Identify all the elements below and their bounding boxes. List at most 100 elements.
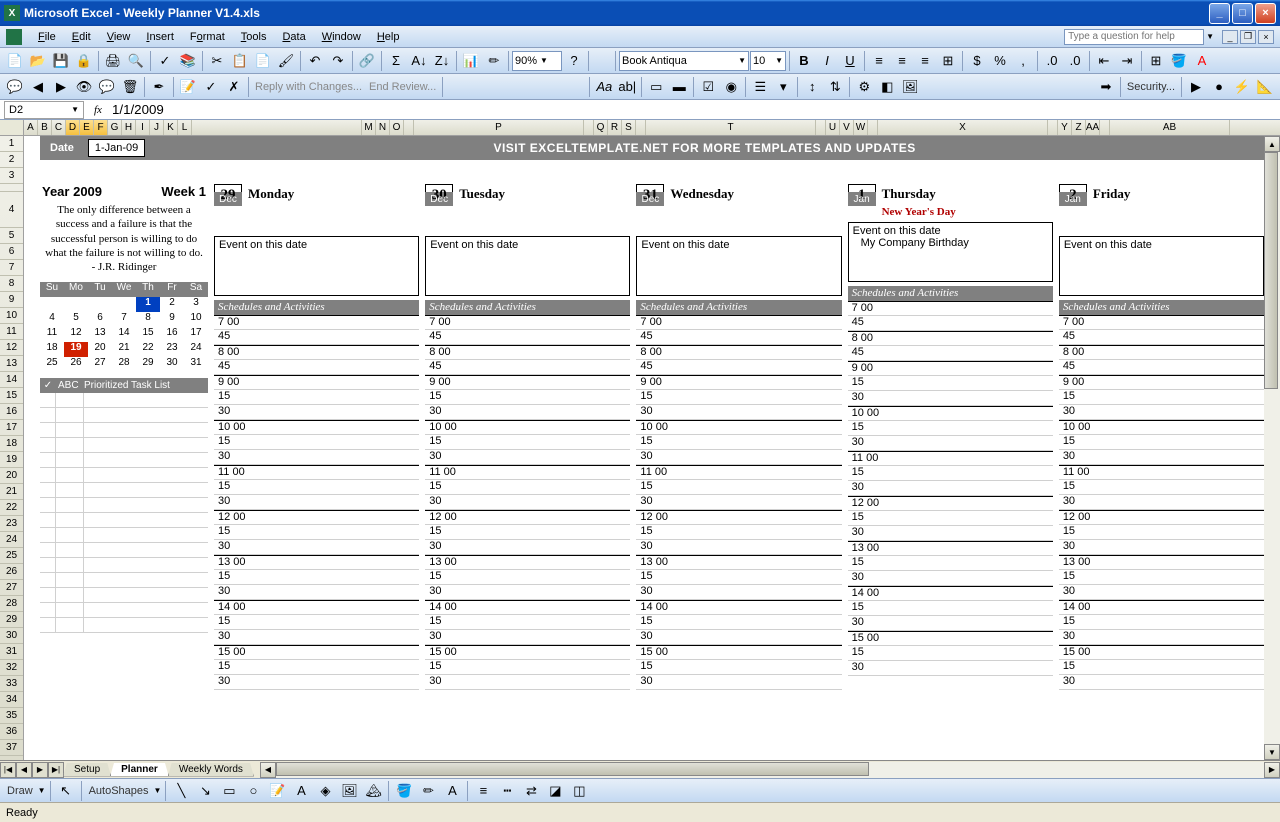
task-row[interactable] bbox=[40, 393, 208, 408]
schedule-row[interactable]: 9 00 bbox=[636, 375, 841, 390]
row-header[interactable]: 20 bbox=[0, 468, 23, 484]
schedule-row[interactable]: 15 bbox=[214, 435, 419, 450]
row-header[interactable]: 21 bbox=[0, 484, 23, 500]
font-color-draw-icon[interactable]: A bbox=[441, 780, 463, 802]
column-header[interactable]: N bbox=[376, 120, 390, 135]
fill-color-draw-icon[interactable]: 🪣 bbox=[393, 780, 415, 802]
bold-icon[interactable]: B bbox=[793, 50, 815, 72]
schedule-row[interactable]: 11 00 bbox=[425, 465, 630, 480]
delete-comment-icon[interactable]: 🗑 bbox=[119, 76, 141, 98]
schedule-row[interactable]: 14 00 bbox=[636, 600, 841, 615]
schedule-row[interactable]: 9 00 bbox=[214, 375, 419, 390]
calendar-day[interactable]: 7 bbox=[112, 312, 136, 327]
menu-data[interactable]: Data bbox=[274, 29, 313, 45]
menu-help[interactable]: Help bbox=[369, 29, 408, 45]
menu-tools[interactable]: Tools bbox=[233, 29, 275, 45]
column-header[interactable] bbox=[636, 120, 646, 135]
schedule-row[interactable]: 15 bbox=[636, 435, 841, 450]
help-icon[interactable]: ? bbox=[563, 50, 585, 72]
row-header[interactable]: 31 bbox=[0, 644, 23, 660]
schedule-row[interactable]: 13 00 bbox=[425, 555, 630, 570]
task-row[interactable] bbox=[40, 408, 208, 423]
calendar-day[interactable]: 29 bbox=[136, 357, 160, 372]
schedule-row[interactable]: 14 00 bbox=[1059, 600, 1264, 615]
align-right-icon[interactable]: ≡ bbox=[914, 50, 936, 72]
schedule-row[interactable]: 10 00 bbox=[214, 420, 419, 435]
spelling-icon[interactable]: ✓ bbox=[154, 50, 176, 72]
schedule-row[interactable]: 15 bbox=[1059, 660, 1264, 675]
hyperlink-icon[interactable]: 🔗 bbox=[356, 50, 378, 72]
calendar-day[interactable]: 11 bbox=[40, 327, 64, 342]
row-header[interactable]: 11 bbox=[0, 324, 23, 340]
task-row[interactable] bbox=[40, 558, 208, 573]
reply-changes-button[interactable]: Reply with Changes... bbox=[252, 81, 365, 93]
schedule-row[interactable]: 14 00 bbox=[425, 600, 630, 615]
calendar-day[interactable]: 10 bbox=[184, 312, 208, 327]
column-header[interactable] bbox=[816, 120, 826, 135]
row-header[interactable]: 1 bbox=[0, 136, 23, 152]
line-color-icon[interactable]: ✏ bbox=[417, 780, 439, 802]
schedule-row[interactable]: 30 bbox=[848, 526, 1053, 541]
schedule-row[interactable]: 30 bbox=[214, 630, 419, 645]
row-header[interactable]: 26 bbox=[0, 564, 23, 580]
excel-doc-icon[interactable] bbox=[6, 29, 22, 45]
schedule-row[interactable]: 8 00 bbox=[848, 331, 1053, 346]
permission-icon[interactable]: 🔒 bbox=[73, 50, 95, 72]
calendar-day[interactable] bbox=[88, 297, 112, 312]
increase-decimal-icon[interactable]: .0 bbox=[1041, 50, 1063, 72]
schedule-row[interactable]: 15 bbox=[848, 421, 1053, 436]
column-header[interactable]: W bbox=[854, 120, 868, 135]
line-style-icon[interactable]: ≡ bbox=[472, 780, 494, 802]
calendar-day[interactable]: 23 bbox=[160, 342, 184, 357]
schedule-row[interactable]: 13 00 bbox=[1059, 555, 1264, 570]
schedule-row[interactable]: 15 bbox=[1059, 615, 1264, 630]
row-header[interactable]: 29 bbox=[0, 612, 23, 628]
calendar-day[interactable]: 8 bbox=[136, 312, 160, 327]
row-header[interactable]: 27 bbox=[0, 580, 23, 596]
schedule-row[interactable]: 11 00 bbox=[636, 465, 841, 480]
schedule-row[interactable]: 15 bbox=[636, 390, 841, 405]
schedule-row[interactable]: 12 00 bbox=[1059, 510, 1264, 525]
drawing-icon[interactable]: ✏ bbox=[483, 50, 505, 72]
design-mode-icon[interactable]: 📐 bbox=[1254, 76, 1276, 98]
schedule-row[interactable]: 15 00 bbox=[425, 645, 630, 660]
schedule-row[interactable]: 30 bbox=[848, 436, 1053, 451]
doc-close-button[interactable]: × bbox=[1258, 30, 1274, 44]
column-header[interactable] bbox=[1100, 120, 1110, 135]
task-row[interactable] bbox=[40, 603, 208, 618]
row-header[interactable]: 32 bbox=[0, 660, 23, 676]
schedule-row[interactable]: 12 00 bbox=[636, 510, 841, 525]
row-header[interactable]: 24 bbox=[0, 532, 23, 548]
task-row[interactable] bbox=[40, 618, 208, 633]
row-header[interactable]: 4 bbox=[0, 192, 23, 228]
next-comment-icon[interactable]: ▶ bbox=[50, 76, 72, 98]
schedule-row[interactable]: 30 bbox=[636, 450, 841, 465]
calendar-day[interactable] bbox=[40, 297, 64, 312]
calendar-day[interactable] bbox=[112, 297, 136, 312]
help-question-input[interactable] bbox=[1064, 29, 1204, 45]
schedule-row[interactable]: 15 bbox=[848, 511, 1053, 526]
schedule-row[interactable]: 15 bbox=[214, 570, 419, 585]
schedule-row[interactable]: 30 bbox=[425, 585, 630, 600]
fx-button[interactable]: fx bbox=[88, 104, 108, 116]
row-header[interactable]: 34 bbox=[0, 692, 23, 708]
task-row[interactable] bbox=[40, 543, 208, 558]
schedule-row[interactable]: 30 bbox=[848, 481, 1053, 496]
calendar-day[interactable]: 4 bbox=[40, 312, 64, 327]
row-header[interactable]: 13 bbox=[0, 356, 23, 372]
save-icon[interactable]: 💾 bbox=[50, 50, 72, 72]
schedule-row[interactable]: 12 00 bbox=[425, 510, 630, 525]
italic-icon[interactable]: I bbox=[816, 50, 838, 72]
reject-change-icon[interactable]: ✗ bbox=[223, 76, 245, 98]
schedule-row[interactable]: 30 bbox=[1059, 585, 1264, 600]
font-dropdown[interactable]: Book Antiqua▼ bbox=[619, 51, 749, 71]
schedule-row[interactable]: 45 bbox=[1059, 330, 1264, 345]
autosum-icon[interactable]: Σ bbox=[385, 50, 407, 72]
row-header[interactable]: 16 bbox=[0, 404, 23, 420]
dash-style-icon[interactable]: ┅ bbox=[496, 780, 518, 802]
hscroll-thumb[interactable] bbox=[276, 762, 869, 776]
schedule-row[interactable]: 30 bbox=[425, 540, 630, 555]
vertical-scrollbar[interactable]: ▲ ▼ bbox=[1264, 136, 1280, 760]
schedule-row[interactable]: 30 bbox=[636, 540, 841, 555]
calendar-day[interactable]: 15 bbox=[136, 327, 160, 342]
